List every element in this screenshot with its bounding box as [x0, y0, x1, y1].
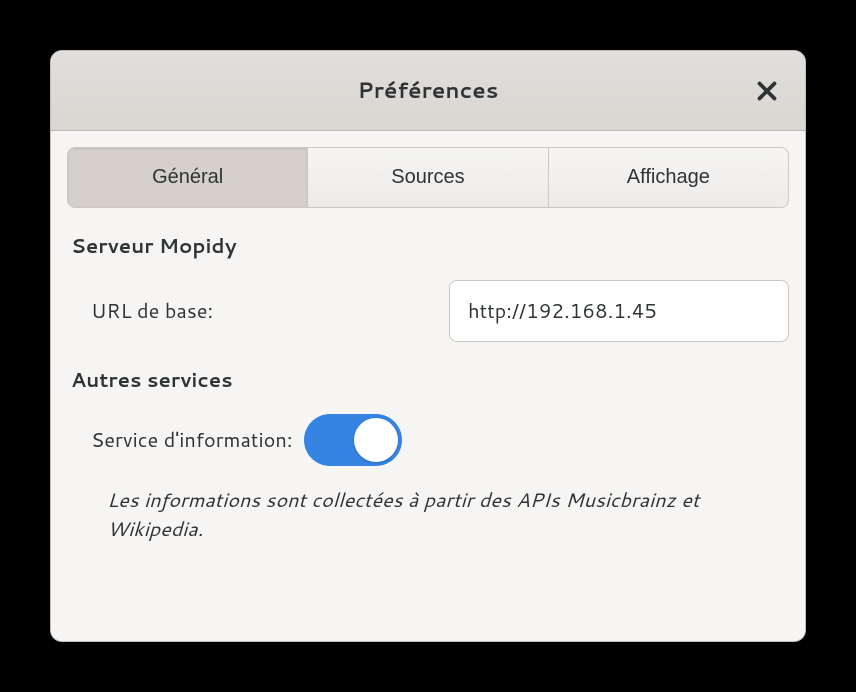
toggle-knob — [354, 418, 398, 462]
url-label: URL de base: — [91, 297, 213, 325]
section-services-title: Autres services — [67, 366, 789, 394]
base-url-input[interactable] — [449, 280, 789, 342]
info-service-label: Service d'information: — [91, 426, 292, 454]
url-row: URL de base: — [67, 280, 789, 342]
info-service-row: Service d'information: — [67, 414, 789, 466]
info-service-toggle[interactable] — [304, 414, 402, 466]
tab-sources[interactable]: Sources — [308, 148, 548, 207]
dialog-content: Général Sources Affichage Serveur Mopidy… — [51, 131, 805, 560]
tab-general[interactable]: Général — [68, 148, 308, 207]
close-button[interactable] — [751, 75, 783, 107]
tab-bar: Général Sources Affichage — [67, 147, 789, 208]
info-service-description: Les informations sont collectées à parti… — [67, 486, 789, 544]
close-icon — [757, 81, 777, 101]
section-mopidy-title: Serveur Mopidy — [67, 232, 789, 260]
dialog-header: Préférences — [51, 51, 805, 131]
tab-display[interactable]: Affichage — [549, 148, 788, 207]
dialog-title: Préférences — [358, 75, 499, 106]
preferences-dialog: Préférences Général Sources Affichage Se… — [50, 50, 806, 642]
